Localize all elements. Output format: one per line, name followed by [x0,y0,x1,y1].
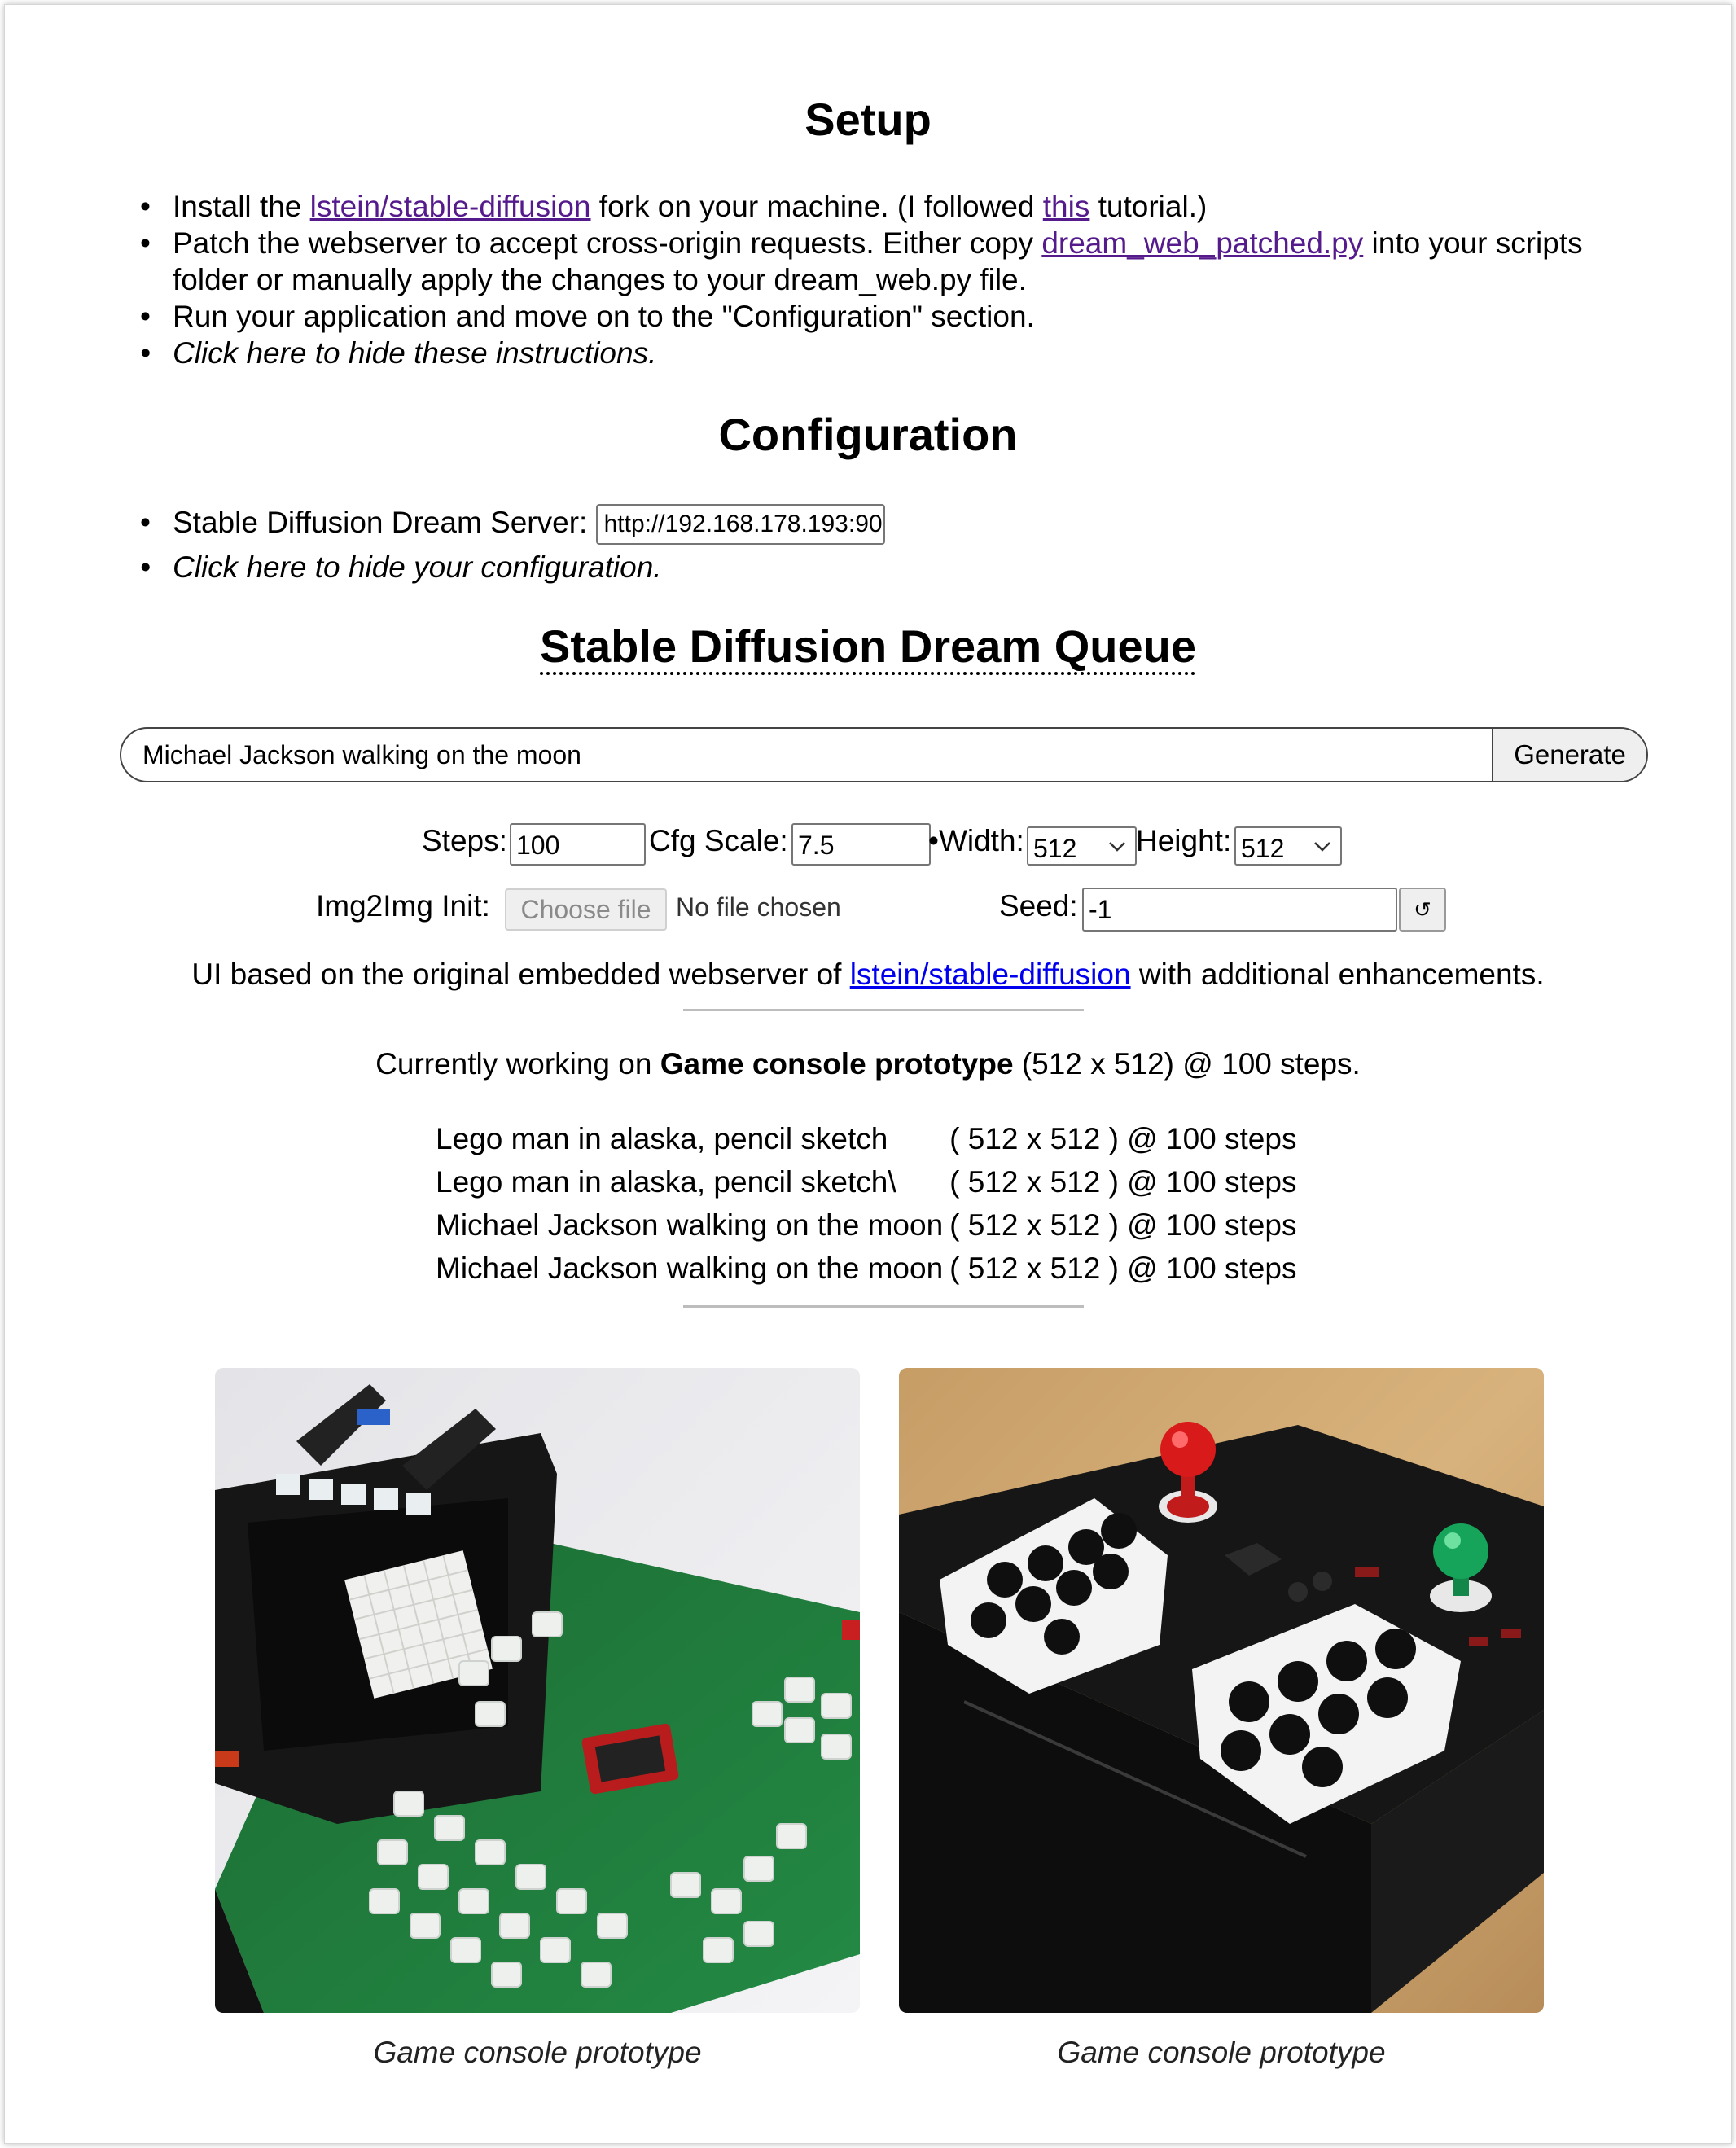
setup-list: Install the lstein/stable-diffusion fork… [140,188,1671,371]
queue-size: ( 512 x 512 ) @ 100 steps [949,1251,1297,1285]
tutorial-link[interactable]: this [1043,190,1090,223]
steps-label: Steps: [422,824,507,857]
setup-item-text: fork on your machine. (I followed [590,190,1043,223]
config-item-server: Stable Diffusion Dream Server: http://19… [140,500,1361,546]
queue-table: Lego man in alaska, pencil sketch ( 512 x… [432,1117,1300,1290]
height-label: Height: [1136,824,1232,857]
divider [683,1009,1084,1011]
height-select[interactable]: 512 [1234,826,1342,866]
queue-prompt: Michael Jackson walking on the moon [436,1208,944,1242]
generate-button[interactable]: Generate [1492,729,1646,781]
lstein-footer-link[interactable]: lstein/stable-diffusion [850,958,1131,991]
configuration-list: Stable Diffusion Dream Server: http://19… [140,500,1361,590]
generated-image-arcade [899,1368,1544,2013]
seed-input[interactable]: -1 [1082,888,1397,932]
result-image-pcb[interactable] [215,1368,860,2013]
setup-item-run: Run your application and move on to the … [140,298,1671,335]
queue-prompt: Lego man in alaska, pencil sketch\ [436,1164,896,1199]
status-text: Currently working on [375,1047,660,1081]
prompt-form: Michael Jackson walking on the moon Gene… [120,727,1648,782]
width-select-value: 512 [1033,834,1077,863]
generated-image-pcb [215,1368,860,2013]
seed-reset-button[interactable]: ↺ [1399,888,1446,932]
status-text: (512 x 512) @ 100 steps. [1013,1047,1361,1081]
queue-title: Stable Diffusion Dream Queue [540,620,1196,672]
queue-size: ( 512 x 512 ) @ 100 steps [949,1121,1297,1155]
queue-row[interactable]: Michael Jackson walking on the moon( 512… [432,1203,1300,1247]
queue-prompt: Lego man in alaska, pencil sketch [436,1121,888,1155]
note-text: UI based on the original embedded webser… [191,958,850,991]
divider [683,1305,1084,1308]
chevron-down-icon [1109,842,1125,852]
height-select-value: 512 [1241,834,1285,863]
setup-item-install: Install the lstein/stable-diffusion fork… [140,188,1671,225]
lstein-link[interactable]: lstein/stable-diffusion [310,190,591,223]
result-image-arcade[interactable] [899,1368,1544,2013]
ui-based-note: UI based on the original embedded webser… [5,958,1731,992]
queue-size: ( 512 x 512 ) @ 100 steps [949,1208,1297,1242]
img2img-label: Img2Img Init: [316,889,490,923]
steps-input[interactable]: 100 [510,823,646,866]
hide-instructions-link[interactable]: Click here to hide these instructions. [140,335,1671,371]
setup-item-text: Install the [173,190,310,223]
server-url-input[interactable]: http://192.168.178.193:9090 [595,504,885,546]
setup-item-text: tutorial.) [1089,190,1208,223]
refresh-icon: ↺ [1414,896,1431,922]
server-label: Stable Diffusion Dream Server: [173,506,588,539]
status-current-prompt: Game console prototype [660,1047,1014,1081]
cfg-scale-label: Cfg Scale: [649,824,788,857]
result-caption: Game console prototype [373,2036,702,2069]
queue-heading: Stable Diffusion Dream Queue [5,620,1731,673]
choose-file-button[interactable]: Choose file [505,888,667,931]
cfg-scale-input[interactable]: 7.5 [791,823,931,866]
width-select[interactable]: 512 [1027,826,1137,866]
dream-web-patched-link[interactable]: dream_web_patched.py [1041,226,1363,260]
page: Setup Install the lstein/stable-diffusio… [4,4,1732,2144]
configuration-heading: Configuration [718,409,1018,460]
seed-label: Seed: [999,889,1078,923]
setup-item-text: into your scripts [1363,226,1583,260]
setup-item-text: Patch the webserver to accept cross-orig… [173,226,1042,260]
queue-row[interactable]: Lego man in alaska, pencil sketch ( 512 x… [432,1117,1300,1160]
queue-row[interactable]: Michael Jackson walking on the moon( 512… [432,1247,1300,1290]
width-label: •Width: [928,824,1024,857]
setup-item-patch: Patch the webserver to accept cross-orig… [140,225,1671,298]
queue-size: ( 512 x 512 ) @ 100 steps [949,1164,1297,1199]
result-caption: Game console prototype [1057,2036,1386,2069]
chevron-down-icon [1314,842,1330,852]
setup-item-text: folder or manually apply the changes to … [173,263,1027,296]
prompt-input[interactable]: Michael Jackson walking on the moon [121,729,1492,781]
setup-heading: Setup [804,94,932,145]
note-text: with additional enhancements. [1130,958,1545,991]
hide-configuration-link[interactable]: Click here to hide your configuration. [140,545,1361,590]
no-file-chosen-text: No file chosen [676,892,841,922]
current-status: Currently working on Game console protot… [5,1047,1731,1081]
queue-row[interactable]: Lego man in alaska, pencil sketch\ ( 512 … [432,1160,1300,1203]
queue-prompt: Michael Jackson walking on the moon [436,1251,944,1285]
